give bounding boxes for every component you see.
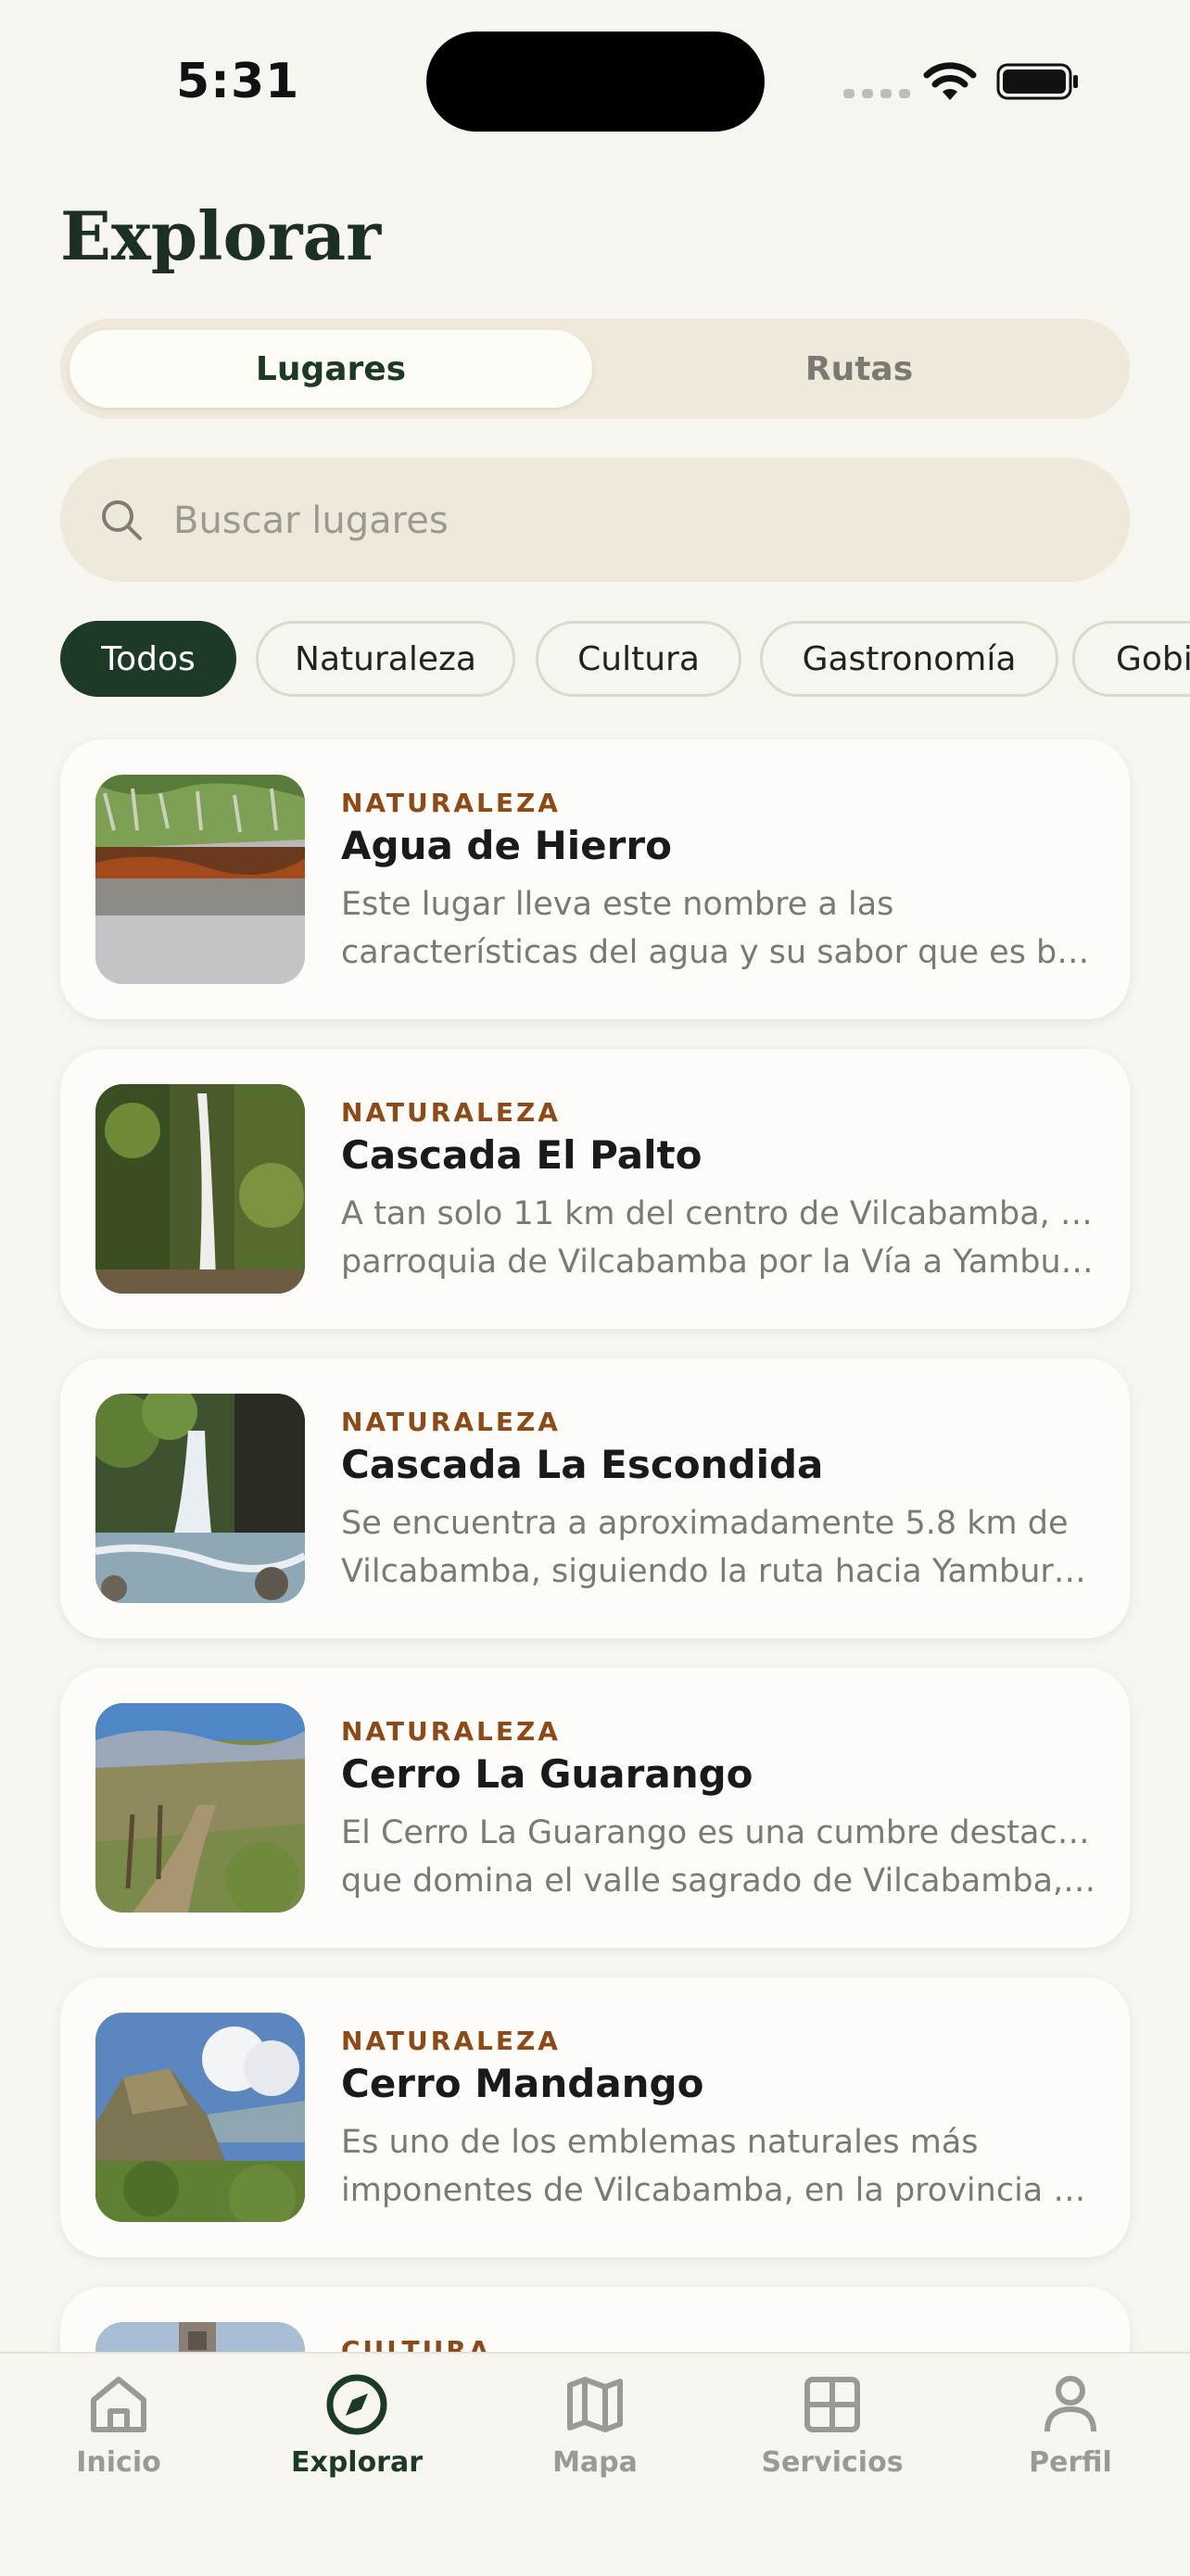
battery-icon xyxy=(996,63,1078,100)
tab-inicio[interactable]: Inicio xyxy=(26,2372,211,2511)
map-icon xyxy=(567,2377,623,2432)
status-bar: 5:31 xyxy=(0,0,1190,158)
place-category: NATURALEZA xyxy=(341,788,561,818)
compass-icon xyxy=(326,2374,387,2435)
place-title: Cerro La Guarango xyxy=(341,1751,753,1797)
chip-gastronomia[interactable]: Gastronomía xyxy=(760,621,1058,697)
place-title: Cascada La Escondida xyxy=(341,1442,824,1487)
place-category: NATURALEZA xyxy=(341,1097,561,1128)
place-image xyxy=(95,1394,305,1603)
tab-label: Explorar xyxy=(290,2446,424,2479)
place-card-cascada-el-palto[interactable]: NATURALEZA Cascada El Palto A tan solo 1… xyxy=(60,1049,1130,1329)
tab-bar: Inicio Explorar Mapa Servicios Perfil xyxy=(0,2352,1190,2576)
tab-label: Perfil xyxy=(1029,2446,1112,2479)
chip-cultura[interactable]: Cultura xyxy=(536,621,741,697)
place-description: Es uno de los emblemas naturales más imp… xyxy=(341,2124,1101,2209)
place-card-cerro-mandango[interactable]: NATURALEZA Cerro Mandango Es uno de los … xyxy=(60,1977,1130,2257)
search-icon xyxy=(102,500,142,540)
place-image xyxy=(95,1703,305,1913)
status-time: 5:31 xyxy=(176,54,300,109)
wifi-icon xyxy=(923,62,977,100)
cellular-signal-icon xyxy=(843,89,910,98)
filter-chips: Todos Naturaleza Cultura Gastronomía Gob… xyxy=(60,621,1190,701)
home-icon xyxy=(91,2377,146,2432)
place-image xyxy=(95,2013,305,2222)
place-description: El Cerro La Guarango es una cumbre desta… xyxy=(341,1814,1101,1900)
place-category: CULTURA xyxy=(341,2335,492,2352)
page-title: Explorar xyxy=(60,196,382,275)
tab-label: Inicio xyxy=(76,2446,161,2479)
tab-perfil[interactable]: Perfil xyxy=(978,2372,1163,2511)
place-image xyxy=(95,2322,305,2352)
place-card-cerro-la-guarango[interactable]: NATURALEZA Cerro La Guarango El Cerro La… xyxy=(60,1668,1130,1948)
place-title: Cascada El Palto xyxy=(341,1132,703,1178)
place-card-cascada-la-escondida[interactable]: NATURALEZA Cascada La Escondida Se encue… xyxy=(60,1358,1130,1638)
segmented-control: Lugares Rutas xyxy=(60,319,1130,419)
place-category: NATURALEZA xyxy=(341,1407,561,1437)
place-category: NATURALEZA xyxy=(341,1716,561,1747)
chip-gobierno[interactable]: Gobi xyxy=(1072,621,1190,697)
search-bar xyxy=(60,458,1130,582)
place-card-agua-de-hierro[interactable]: NATURALEZA Agua de Hierro Este lugar lle… xyxy=(60,739,1130,1019)
tab-label: Mapa xyxy=(552,2446,638,2479)
place-description: Este lugar lleva este nombre a las carac… xyxy=(341,886,1101,971)
grid-icon xyxy=(804,2377,860,2432)
search-input[interactable] xyxy=(171,486,1083,556)
tab-mapa[interactable]: Mapa xyxy=(502,2372,688,2511)
place-card-cultura[interactable]: CULTURA xyxy=(60,2287,1130,2352)
person-icon xyxy=(1044,2376,1096,2432)
tab-servicios[interactable]: Servicios xyxy=(740,2372,925,2511)
place-image xyxy=(95,1084,305,1294)
place-description: A tan solo 11 km del centro de Vilcabamb… xyxy=(341,1195,1101,1281)
place-title: Cerro Mandango xyxy=(341,2061,704,2106)
chip-todos[interactable]: Todos xyxy=(60,621,236,697)
places-list: NATURALEZA Agua de Hierro Este lugar lle… xyxy=(0,738,1190,2352)
place-description: Se encuentra a aproximadamente 5.8 km de… xyxy=(341,1505,1101,1590)
tab-explorar[interactable]: Explorar xyxy=(264,2372,449,2511)
tab-label: Servicios xyxy=(761,2446,904,2479)
chip-naturaleza[interactable]: Naturaleza xyxy=(256,621,515,697)
place-category: NATURALEZA xyxy=(341,2026,561,2056)
dynamic-island xyxy=(426,32,765,132)
tab-rutas[interactable]: Rutas xyxy=(598,330,1120,408)
tab-lugares[interactable]: Lugares xyxy=(70,330,592,408)
place-image xyxy=(95,775,305,984)
place-title: Agua de Hierro xyxy=(341,823,672,868)
